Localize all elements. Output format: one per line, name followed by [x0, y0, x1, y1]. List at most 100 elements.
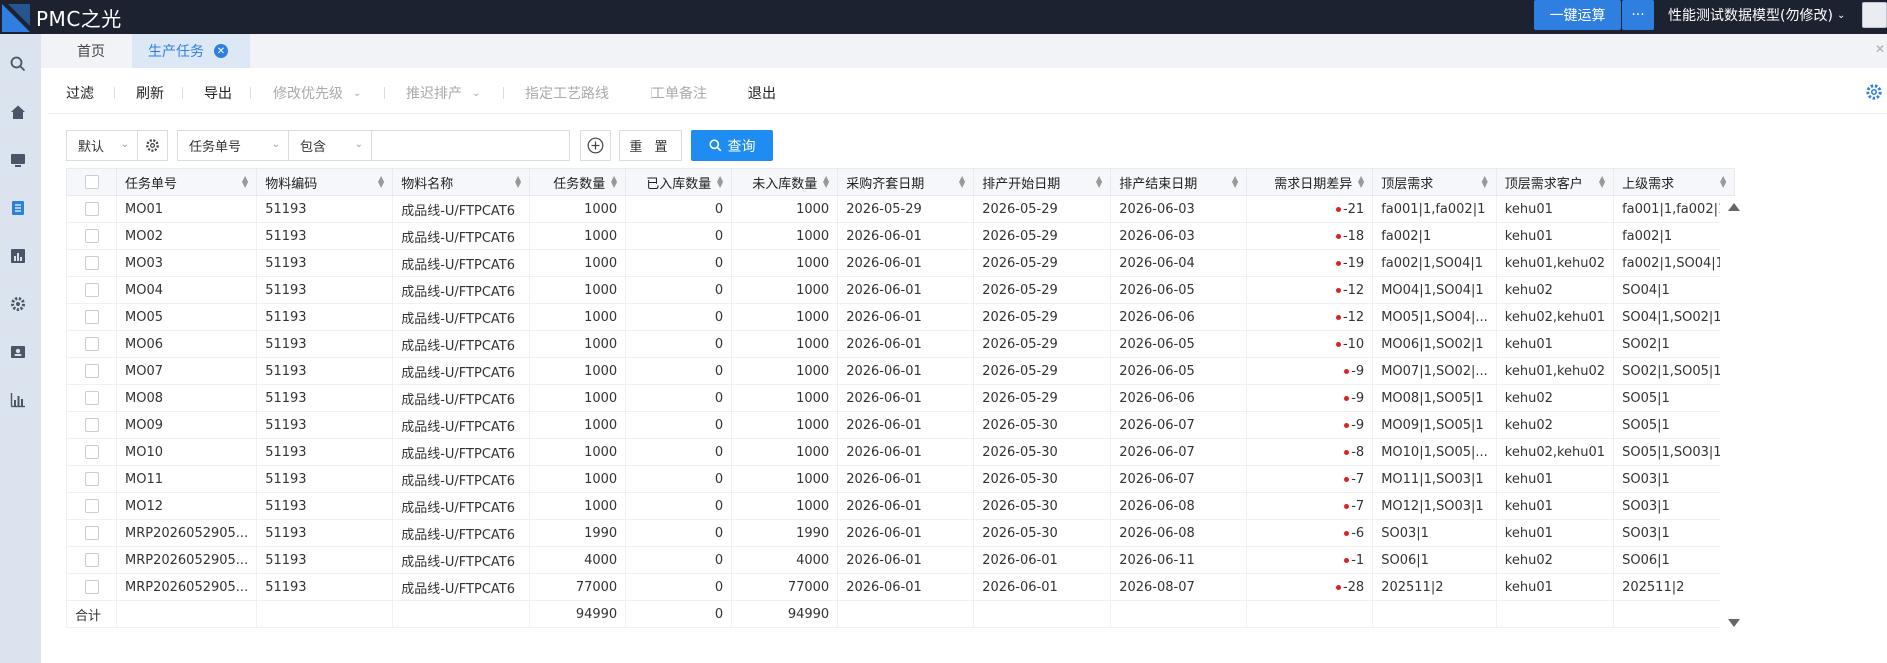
view-settings-button[interactable] [137, 130, 168, 161]
sort-icon[interactable]: ▲ ▼ [1482, 175, 1488, 189]
row-select-cell[interactable] [66, 276, 117, 304]
table-row[interactable]: MO04 51193 成品线-U/FTPCAT6 1000 0 1000 2026-06-0… [66, 276, 1736, 304]
monitor-icon[interactable] [8, 150, 28, 170]
checkbox[interactable] [84, 418, 99, 432]
view-select[interactable]: 默认 ⌄ [66, 130, 138, 161]
table-row[interactable]: MO06 51193 成品线-U/FTPCAT6 1000 0 1000 2026-06-0… [66, 330, 1736, 358]
scroll-down-icon[interactable] [1727, 618, 1741, 628]
checkbox[interactable] [84, 337, 99, 351]
more-button[interactable]: ··· [1622, 0, 1654, 30]
table-row[interactable]: MRP2026052905... 51193 成品线-U/FTPCAT6 77000 0… [66, 573, 1736, 601]
document-list-icon[interactable] [8, 198, 28, 218]
reset-button[interactable]: 重 置 [619, 130, 682, 161]
refresh-button[interactable]: 刷新 [136, 72, 164, 114]
column-header[interactable]: 物料名称 ▲ ▼ [392, 168, 531, 196]
row-select-cell[interactable] [66, 573, 117, 601]
row-select-cell[interactable] [66, 330, 117, 358]
postpone-schedule-dropdown[interactable]: 推迟排产 ⌄ [406, 72, 480, 114]
checkbox[interactable] [84, 364, 99, 378]
row-select-cell[interactable] [66, 438, 117, 466]
table-row[interactable]: MRP2026052905... 51193 成品线-U/FTPCAT6 1990 0 1… [66, 519, 1736, 547]
query-button[interactable]: 查询 [691, 130, 773, 161]
gear-icon[interactable] [8, 294, 28, 314]
avatar[interactable] [1862, 2, 1887, 28]
checkbox[interactable] [84, 445, 99, 459]
app-logo[interactable]: PMC之光 [0, 0, 122, 34]
filter-button[interactable]: 过滤 [66, 72, 94, 114]
scroll-up-icon[interactable] [1727, 202, 1741, 212]
column-header[interactable]: 排产开始日期 ▲ ▼ [973, 168, 1112, 196]
checkbox[interactable] [84, 202, 99, 216]
sort-icon[interactable]: ▲ ▼ [1232, 175, 1238, 189]
table-row[interactable]: MO10 51193 成品线-U/FTPCAT6 1000 0 1000 2026-06-0… [66, 438, 1736, 466]
contact-card-icon[interactable] [8, 342, 28, 362]
modify-priority-dropdown[interactable]: 修改优先级 ⌄ [273, 72, 361, 114]
sort-icon[interactable]: ▲ ▼ [717, 175, 723, 189]
checkbox[interactable] [84, 229, 99, 243]
exit-button[interactable]: 退出 [748, 72, 776, 114]
close-all-tabs-icon[interactable]: ✕ [1875, 42, 1887, 60]
checkbox[interactable] [84, 310, 99, 324]
table-row[interactable]: MO09 51193 成品线-U/FTPCAT6 1000 0 1000 2026-06-0… [66, 411, 1736, 439]
column-header[interactable]: 顶层需求 ▲ ▼ [1372, 168, 1497, 196]
row-select-cell[interactable] [66, 492, 117, 520]
table-row[interactable]: MO03 51193 成品线-U/FTPCAT6 1000 0 1000 2026-06-0… [66, 249, 1736, 277]
row-select-cell[interactable] [66, 384, 117, 412]
column-header[interactable]: 已入库数量 ▲ ▼ [625, 168, 733, 196]
table-row[interactable]: MRP2026052905... 51193 成品线-U/FTPCAT6 4000 0 4… [66, 546, 1736, 574]
select-all-checkbox[interactable] [66, 168, 117, 196]
row-select-cell[interactable] [66, 303, 117, 331]
search-icon[interactable] [8, 54, 28, 74]
sort-icon[interactable]: ▲ ▼ [1599, 175, 1605, 189]
checkbox[interactable] [84, 175, 99, 189]
sort-icon[interactable]: ▲ ▼ [1720, 175, 1726, 189]
row-select-cell[interactable] [66, 546, 117, 574]
one-click-calc-button[interactable]: 一键运算 [1534, 0, 1621, 30]
assign-route-button[interactable]: 指定工艺路线 [525, 72, 609, 114]
vertical-scrollbar[interactable] [1720, 196, 1744, 632]
export-button[interactable]: 导出 [204, 72, 232, 114]
report-icon[interactable] [8, 246, 28, 266]
column-header[interactable]: 需求日期差异 ▲ ▼ [1246, 168, 1374, 196]
checkbox[interactable] [84, 499, 99, 513]
filter-value-input[interactable] [371, 130, 570, 161]
tab-production-task[interactable]: 生产任务 ✕ [132, 34, 250, 68]
row-select-cell[interactable] [66, 519, 117, 547]
sort-icon[interactable]: ▲ ▼ [378, 175, 384, 189]
field-select[interactable]: 任务单号 ⌄ [177, 130, 289, 161]
column-header[interactable]: 物料编码 ▲ ▼ [256, 168, 394, 196]
table-row[interactable]: MO05 51193 成品线-U/FTPCAT6 1000 0 1000 2026-06-0… [66, 303, 1736, 331]
settings-gear-icon[interactable] [1865, 83, 1885, 103]
checkbox[interactable] [84, 472, 99, 486]
sort-icon[interactable]: ▲ ▼ [611, 175, 617, 189]
checkbox[interactable] [84, 391, 99, 405]
bar-chart-icon[interactable] [8, 390, 28, 410]
sort-icon[interactable]: ▲ ▼ [242, 175, 248, 189]
column-header[interactable]: 采购齐套日期 ▲ ▼ [837, 168, 975, 196]
sort-icon[interactable]: ▲ ▼ [959, 175, 965, 189]
sort-icon[interactable]: ▲ ▼ [1358, 175, 1364, 189]
checkbox[interactable] [84, 580, 99, 594]
sort-icon[interactable]: ▲ ▼ [1096, 175, 1102, 189]
row-select-cell[interactable] [66, 465, 117, 493]
row-select-cell[interactable] [66, 249, 117, 277]
table-row[interactable]: MO07 51193 成品线-U/FTPCAT6 1000 0 1000 2026-06-0… [66, 357, 1736, 385]
close-icon[interactable]: ✕ [214, 44, 228, 58]
sort-icon[interactable]: ▲ ▼ [823, 175, 829, 189]
column-header[interactable]: 任务数量 ▲ ▼ [529, 168, 627, 196]
checkbox[interactable] [84, 553, 99, 567]
column-header[interactable]: 任务单号 ▲ ▼ [115, 168, 258, 196]
checkbox[interactable] [84, 283, 99, 297]
column-header[interactable]: 顶层需求客户 ▲ ▼ [1495, 168, 1615, 196]
column-header[interactable]: 排产结束日期 ▲ ▼ [1110, 168, 1248, 196]
table-row[interactable]: MO08 51193 成品线-U/FTPCAT6 1000 0 1000 2026-06-0… [66, 384, 1736, 412]
table-row[interactable]: MO01 51193 成品线-U/FTPCAT6 1000 0 1000 2026-05-2… [66, 195, 1736, 223]
table-row[interactable]: MO02 51193 成品线-U/FTPCAT6 1000 0 1000 2026-06-0… [66, 222, 1736, 250]
column-header[interactable]: 上级需求 ▲ ▼ [1613, 168, 1736, 196]
row-select-cell[interactable] [66, 222, 117, 250]
row-select-cell[interactable] [66, 195, 117, 223]
checkbox[interactable] [84, 256, 99, 270]
home-icon[interactable] [8, 102, 28, 122]
column-header[interactable]: 未入库数量 ▲ ▼ [731, 168, 839, 196]
checkbox[interactable] [84, 526, 99, 540]
